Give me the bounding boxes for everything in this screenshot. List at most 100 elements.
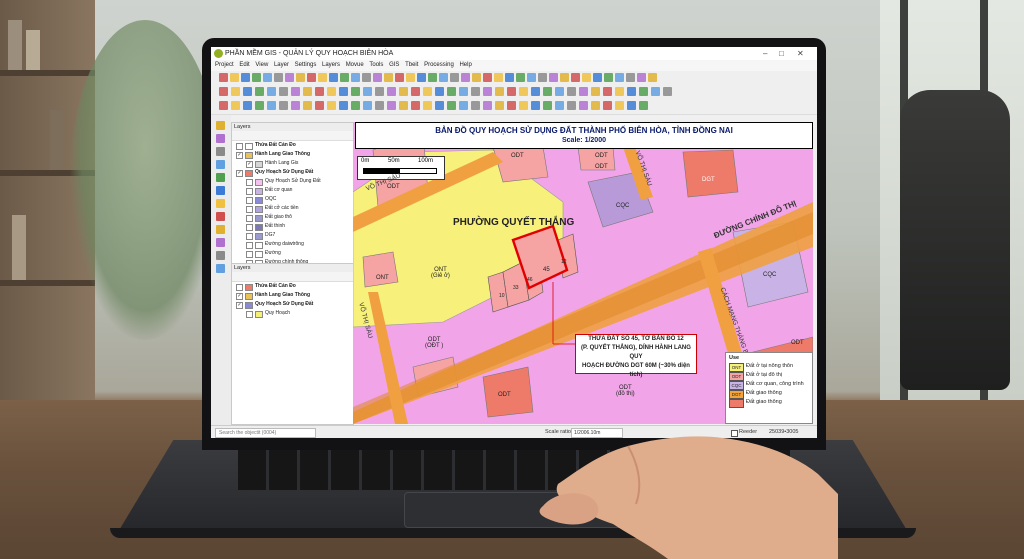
toolbar-tool-icon[interactable]: [339, 101, 348, 110]
menu-tbeit[interactable]: Tbeit: [405, 60, 418, 71]
toolbar-tool-icon[interactable]: [461, 73, 470, 82]
toolbar-tool-icon[interactable]: [230, 73, 239, 82]
toolbar-tool-icon[interactable]: [447, 101, 456, 110]
side-tool-icon[interactable]: [216, 199, 225, 208]
side-tool-icon[interactable]: [216, 160, 225, 169]
close-button[interactable]: ✕: [797, 47, 804, 60]
toolbar-tool-icon[interactable]: [459, 87, 468, 96]
toolbar-tool-icon[interactable]: [373, 73, 382, 82]
toolbar-tool-icon[interactable]: [555, 101, 564, 110]
toolbar-tool-icon[interactable]: [615, 73, 624, 82]
toolbar-tool-icon[interactable]: [567, 87, 576, 96]
toolbar-tool-icon[interactable]: [387, 87, 396, 96]
top-layer-row[interactable]: ✓ Hành Lang Giao Thông: [232, 150, 353, 159]
toolbar-tool-icon[interactable]: [395, 73, 404, 82]
layer-visibility-checkbox[interactable]: [246, 233, 253, 240]
toolbar-tool-icon[interactable]: [263, 73, 272, 82]
layer-visibility-checkbox[interactable]: [246, 215, 253, 222]
toolbar-tool-icon[interactable]: [307, 73, 316, 82]
toolbar-tool-icon[interactable]: [219, 73, 228, 82]
toolbar-tool-icon[interactable]: [274, 73, 283, 82]
toolbar-tool-icon[interactable]: [527, 73, 536, 82]
toolbar-tool-icon[interactable]: [435, 87, 444, 96]
bottom-layer-row[interactable]: ✓ Hành Lang Giao Thông: [232, 291, 353, 300]
bottom-layer-row[interactable]: Thửa Đất Cán Đo: [232, 282, 353, 291]
toolbar-tool-icon[interactable]: [593, 73, 602, 82]
toolbar-tool-icon[interactable]: [363, 101, 372, 110]
toolbar-tool-icon[interactable]: [291, 87, 300, 96]
toolbar-tool-icon[interactable]: [243, 87, 252, 96]
side-tool-icon[interactable]: [216, 186, 225, 195]
toolbar-tool-icon[interactable]: [516, 73, 525, 82]
locator-search-input[interactable]: Search the objectit (0004): [215, 428, 316, 438]
toolbar-tool-icon[interactable]: [639, 101, 648, 110]
top-layer-row[interactable]: ✓ Hành Lang Gis: [232, 159, 353, 168]
toolbar-tool-icon[interactable]: [327, 87, 336, 96]
toolbar-tool-icon[interactable]: [505, 73, 514, 82]
top-layer-row[interactable]: Đất giao thô: [232, 213, 353, 222]
top-layer-row[interactable]: Đường daiwtrông: [232, 240, 353, 249]
top-layer-row[interactable]: DG7: [232, 231, 353, 240]
top-layer-row[interactable]: ✓ Quy Hoạch Sử Dụng Đất: [232, 168, 353, 177]
top-layer-row[interactable]: Đường: [232, 249, 353, 258]
toolbar-tool-icon[interactable]: [579, 87, 588, 96]
toolbar-tool-icon[interactable]: [471, 101, 480, 110]
top-layer-row[interactable]: Đất thinh: [232, 222, 353, 231]
toolbar-tool-icon[interactable]: [627, 101, 636, 110]
side-tool-icon[interactable]: [216, 121, 225, 130]
side-tool-icon[interactable]: [216, 251, 225, 260]
layer-visibility-checkbox[interactable]: [246, 179, 253, 186]
toolbar-tool-icon[interactable]: [603, 101, 612, 110]
toolbar-tool-icon[interactable]: [531, 101, 540, 110]
toolbar-tool-icon[interactable]: [243, 101, 252, 110]
toolbar-tool-icon[interactable]: [279, 87, 288, 96]
menu-layer[interactable]: Layer: [274, 60, 289, 71]
layer-visibility-checkbox[interactable]: ✓: [246, 161, 253, 168]
toolbar-tool-icon[interactable]: [495, 101, 504, 110]
toolbar-tool-icon[interactable]: [411, 87, 420, 96]
toolbar-tool-icon[interactable]: [603, 87, 612, 96]
toolbar-tool-icon[interactable]: [591, 101, 600, 110]
toolbar-tool-icon[interactable]: [252, 73, 261, 82]
top-layer-row[interactable]: Quy Hoạch Sử Dụng Đất: [232, 177, 353, 186]
toolbar-tool-icon[interactable]: [483, 73, 492, 82]
toolbar-tool-icon[interactable]: [531, 87, 540, 96]
layer-visibility-checkbox[interactable]: [246, 242, 253, 249]
toolbar-tool-icon[interactable]: [375, 101, 384, 110]
toolbar-tool-icon[interactable]: [495, 87, 504, 96]
toolbar-tool-icon[interactable]: [435, 101, 444, 110]
toolbar-tool-icon[interactable]: [591, 87, 600, 96]
layer-visibility-checkbox[interactable]: [236, 143, 243, 150]
side-tool-icon[interactable]: [216, 212, 225, 221]
menu-view[interactable]: View: [255, 60, 268, 71]
toolbar-tool-icon[interactable]: [375, 87, 384, 96]
toolbar-tool-icon[interactable]: [318, 73, 327, 82]
bottom-layer-row[interactable]: ✓ Quy Hoạch Sử Dụng Đất: [232, 300, 353, 309]
toolbar-tool-icon[interactable]: [450, 73, 459, 82]
toolbar-tool-icon[interactable]: [615, 101, 624, 110]
toolbar-tool-icon[interactable]: [663, 87, 672, 96]
menu-gis[interactable]: GIS: [389, 60, 399, 71]
toolbar-tool-icon[interactable]: [267, 101, 276, 110]
toolbar-tool-icon[interactable]: [615, 87, 624, 96]
toolbar-tool-icon[interactable]: [494, 73, 503, 82]
toolbar-tool-icon[interactable]: [231, 101, 240, 110]
top-layer-row[interactable]: Đất cở các tiền: [232, 204, 353, 213]
layer-visibility-checkbox[interactable]: [246, 224, 253, 231]
toolbar-tool-icon[interactable]: [351, 101, 360, 110]
toolbar-tool-icon[interactable]: [327, 101, 336, 110]
toolbar-tool-icon[interactable]: [627, 87, 636, 96]
toolbar-tool-icon[interactable]: [651, 87, 660, 96]
toolbar-tool-icon[interactable]: [626, 73, 635, 82]
toolbar-tool-icon[interactable]: [519, 101, 528, 110]
layer-visibility-checkbox[interactable]: ✓: [236, 152, 243, 159]
menu-edit[interactable]: Edit: [239, 60, 249, 71]
toolbar-tool-icon[interactable]: [351, 87, 360, 96]
bottom-layer-row[interactable]: Quy Hoạch: [232, 309, 353, 318]
toolbar-tool-icon[interactable]: [303, 101, 312, 110]
menu-project[interactable]: Project: [215, 60, 234, 71]
toolbar-tool-icon[interactable]: [285, 73, 294, 82]
toolbar-tool-icon[interactable]: [560, 73, 569, 82]
toolbar-tool-icon[interactable]: [231, 87, 240, 96]
side-tool-icon[interactable]: [216, 264, 225, 273]
